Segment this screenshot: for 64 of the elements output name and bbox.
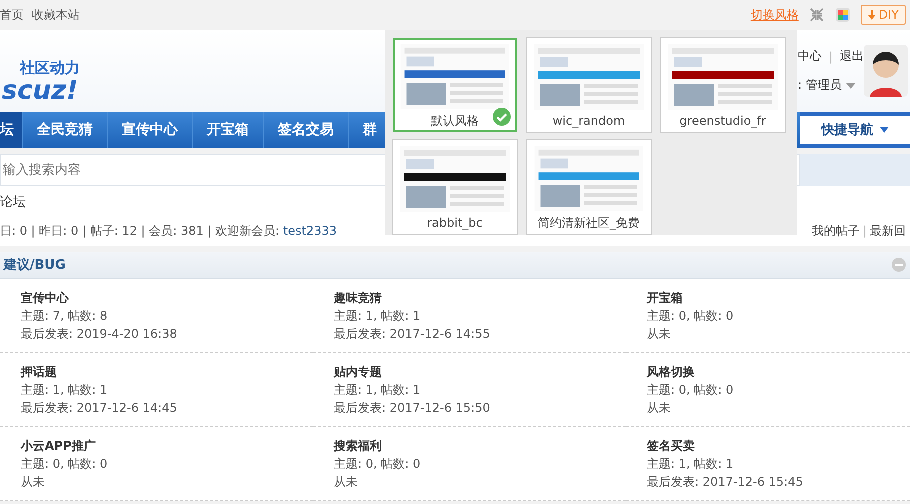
theme-name: 简约清新社区_免费	[538, 216, 640, 230]
theme-name: wic_random	[552, 114, 626, 128]
nav-tab[interactable]: 开宝箱	[193, 112, 264, 148]
board-stats: 主题: 1, 帖数: 1	[334, 382, 422, 399]
last-post: 从未	[334, 474, 359, 491]
board-title[interactable]: 趣味竞猜	[334, 289, 626, 307]
theme-option[interactable]: rabbit_bc	[393, 140, 517, 234]
board-stats: 主题: 1, 帖数: 1	[21, 382, 109, 399]
board-stats: 主题: 1, 帖数: 1	[647, 456, 735, 473]
board-stats: 主题: 0, 帖数: 0	[647, 382, 735, 399]
separator: |	[829, 50, 834, 64]
theme-option[interactable]: 默认风格	[393, 38, 517, 132]
board-stats: 主题: 7, 帖数: 8	[21, 308, 109, 325]
board-title[interactable]: 签名买卖	[647, 437, 910, 455]
last-post: 最后发表: 2017-12-6 15:45	[647, 474, 804, 491]
board-title[interactable]: 小云APP推广	[21, 437, 313, 455]
my-link[interactable]: 我的帖子	[812, 224, 860, 238]
theme-option[interactable]: greenstudio_fr	[661, 38, 785, 132]
forum-stats: 日: 0 | 昨日: 0 | 帖子: 12 | 会员: 381 | 欢迎新会员:	[0, 224, 281, 238]
breadcrumb-link[interactable]: 论坛	[0, 193, 338, 211]
color-palette-icon[interactable]	[834, 7, 851, 23]
separator: |	[862, 224, 867, 238]
caret-icon	[846, 82, 856, 88]
checkmark-icon	[493, 108, 511, 126]
user-link[interactable]: 退出	[840, 48, 864, 65]
last-post: 最后发表: 2017-12-6 15:50	[334, 400, 492, 417]
nav-tab[interactable]: 全民竞猜	[23, 112, 108, 148]
collapse-arrows-icon[interactable]	[808, 7, 825, 23]
last-post: 从未	[647, 326, 672, 343]
board-title[interactable]: 搜索福利	[334, 437, 626, 455]
theme-option[interactable]: 简约清新社区_免费	[527, 140, 651, 234]
nav-tab[interactable]: 宣传中心	[108, 112, 193, 148]
avatar-icon[interactable]	[864, 45, 908, 97]
board-title[interactable]: 贴内专题	[334, 363, 626, 381]
caret-icon	[880, 127, 888, 133]
last-post: 最后发表: 2017-12-6 14:45	[21, 400, 178, 417]
board-title[interactable]: 宣传中心	[21, 289, 313, 307]
new-member-link[interactable]: test2333	[283, 224, 338, 238]
board-stats: 主题: 0, 帖数: 0	[21, 456, 109, 473]
section-title[interactable]: 建议/BUG	[4, 256, 66, 274]
top-link[interactable]: 收藏本站	[32, 6, 80, 24]
theme-name: 默认风格	[431, 114, 479, 128]
quick-nav-button[interactable]: 快捷导航	[800, 112, 910, 148]
board-stats: 主题: 0, 帖数: 0	[334, 456, 422, 473]
last-post: 从未	[647, 400, 672, 417]
nav-tab[interactable]: 签名交易	[264, 112, 349, 148]
theme-name: rabbit_bc	[427, 216, 483, 230]
theme-option[interactable]: wic_random	[527, 38, 651, 132]
last-post: 最后发表: 2019-4-20 16:38	[21, 326, 178, 343]
last-post: 从未	[21, 474, 46, 491]
board-stats: 主题: 1, 帖数: 1	[334, 308, 422, 325]
board-stats: 主题: 0, 帖数: 0	[647, 308, 735, 325]
board-title[interactable]: 开宝箱	[647, 289, 910, 307]
user-link[interactable]: 中心	[798, 48, 822, 65]
my-link[interactable]: 最新回	[870, 224, 906, 238]
logo[interactable]: 社区动力 scuz!	[0, 38, 82, 104]
download-arrow-icon	[868, 10, 876, 20]
collapse-icon[interactable]	[892, 258, 906, 272]
board-title[interactable]: 风格切换	[647, 363, 910, 381]
last-post: 最后发表: 2017-12-6 14:55	[334, 326, 492, 343]
user-group[interactable]: : 管理员	[798, 77, 842, 94]
theme-name: greenstudio_fr	[680, 114, 766, 128]
board-title[interactable]: 押话题	[21, 363, 313, 381]
top-link[interactable]: 首页	[0, 6, 24, 24]
